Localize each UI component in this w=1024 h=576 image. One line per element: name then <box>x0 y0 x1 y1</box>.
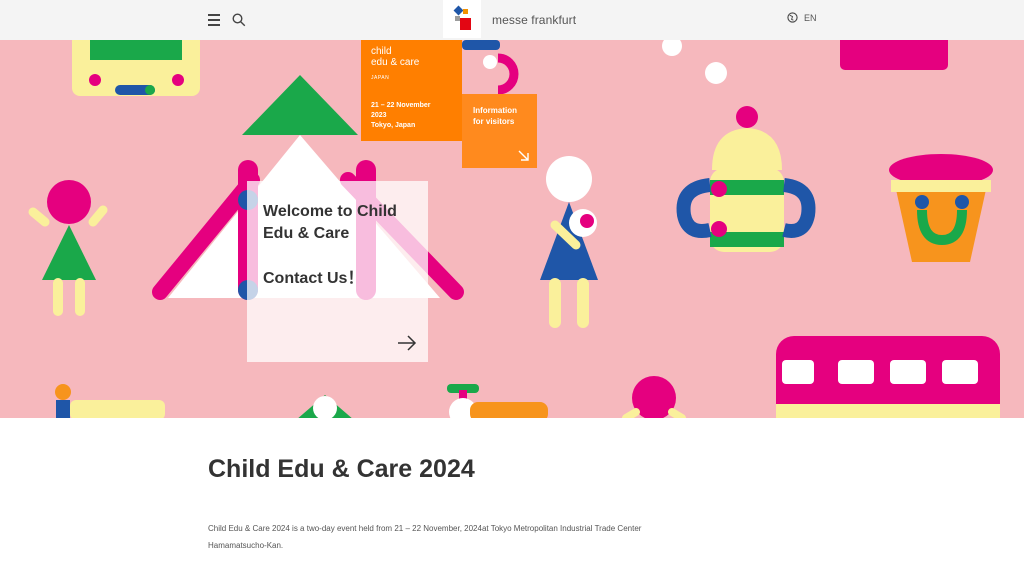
event-badge: child edu & care JAPAN 21 – 22 November 20… <box>361 40 462 141</box>
welcome-card[interactable]: Welcome to Child Edu & Care Contact Us！ <box>247 181 428 362</box>
badge-date-line2: 2023 <box>371 112 387 119</box>
arrow-right-icon[interactable] <box>397 334 417 352</box>
info-line1: Information <box>473 106 517 115</box>
hero-banner: child edu & care JAPAN 21 – 22 November 20… <box>0 40 1024 418</box>
page-title: Child Edu & Care 2024 <box>208 455 475 483</box>
menu-icon[interactable] <box>208 13 221 26</box>
contact-us-link[interactable]: Contact Us！ <box>263 264 363 288</box>
arrow-down-right-icon <box>518 150 529 161</box>
badge-sub: JAPAN <box>371 75 390 81</box>
welcome-line1: Welcome to Child <box>263 203 397 220</box>
top-bar: messe frankfurt EN <box>0 0 1024 41</box>
search-icon[interactable] <box>232 13 246 27</box>
language-selector[interactable]: EN <box>787 12 817 23</box>
badge-name-line1: child <box>371 46 392 57</box>
badge-name-line2: edu & care <box>371 57 420 68</box>
globe-icon <box>787 12 798 23</box>
info-line2: for visitors <box>473 117 515 126</box>
language-label: EN <box>804 12 817 23</box>
brand-name[interactable]: messe frankfurt <box>492 13 576 27</box>
info-for-visitors-link[interactable]: Information for visitors <box>462 94 537 168</box>
badge-location: Tokyo, Japan <box>371 122 416 129</box>
intro-text: Child Edu & Care 2024 is a two-day event… <box>208 524 642 550</box>
welcome-line2: Edu & Care <box>263 225 350 242</box>
badge-date-line1: 21 – 22 November <box>371 102 431 109</box>
messe-frankfurt-logo[interactable] <box>443 0 481 38</box>
